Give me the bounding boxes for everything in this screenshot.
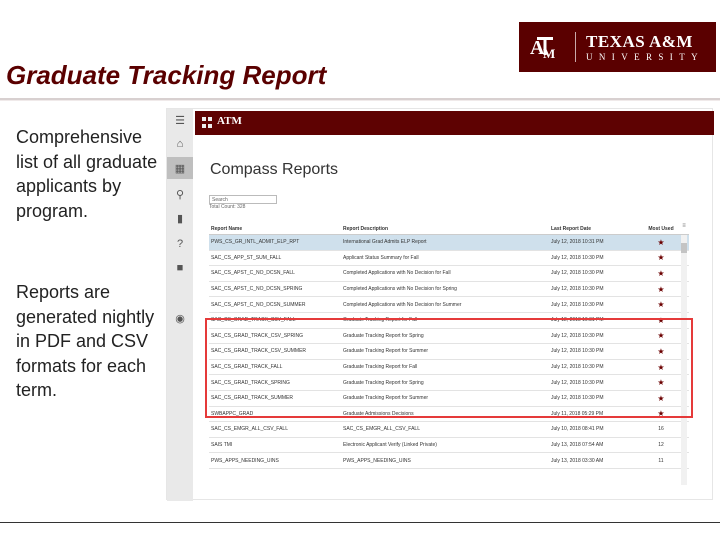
app-topbar: ATM: [195, 111, 714, 135]
report-description-cell: Electronic Applicant Verify (Linked Priv…: [343, 442, 437, 449]
user-icon[interactable]: ◉: [167, 307, 193, 329]
highlight-box: [205, 318, 693, 418]
star-icon[interactable]: ★: [641, 238, 681, 247]
bullet-text-1: Comprehensive list of all graduate appli…: [16, 127, 158, 221]
star-icon[interactable]: ★: [641, 300, 681, 309]
last-report-date-cell: July 12, 2018 10:30 PM: [551, 270, 604, 277]
report-description-cell: SAC_CS_EMGR_ALL_CSV_FALL: [343, 426, 420, 433]
help-icon[interactable]: ?: [167, 233, 193, 255]
table-row[interactable]: SAC_CS_EMGR_ALL_CSV_FALL SAC_CS_EMGR_ALL_…: [209, 422, 689, 438]
report-description-cell: Completed Applications with No Decision …: [343, 301, 462, 308]
report-name-cell: SAC_CS_APP_ST_SUM_FALL: [211, 254, 282, 261]
report-name-cell: SAIS TMI: [211, 442, 233, 449]
title-divider-shadow: [0, 100, 720, 101]
report-description-cell: Completed Applications with No Decision …: [343, 270, 451, 277]
bullet-text-2: Reports are generated nightly in PDF and…: [16, 282, 155, 400]
last-report-date-cell: July 13, 2018 03:30 AM: [551, 457, 604, 464]
home-icon[interactable]: ⌂: [167, 133, 193, 155]
tamu-logo: A M TEXAS A&M UNIVERSITY: [519, 22, 716, 72]
report-name-cell: SAC_CS_APST_C_NO_DCSN_SUMMER: [211, 301, 306, 308]
page-title: Compass Reports: [210, 161, 339, 178]
most-used-count: 11: [658, 457, 664, 464]
logo-text: TEXAS A&M UNIVERSITY: [586, 33, 704, 62]
last-report-date-cell: July 10, 2018 08:41 PM: [551, 426, 604, 433]
table-row[interactable]: PWS_APPS_NEEDING_UINS PWS_APPS_NEEDING_UI…: [209, 453, 689, 469]
report-name-cell: PWS_CS_GR_INTL_ADMIT_ELP_RPT: [211, 239, 300, 246]
last-report-date-cell: July 12, 2018 10:31 PM: [551, 239, 604, 246]
report-name-cell: SAC_CS_APST_C_NO_DCSN_FALL: [211, 270, 295, 277]
report-description-cell: Applicant Status Summary for Fall: [343, 254, 419, 261]
menu-icon[interactable]: ☰: [167, 109, 193, 131]
last-report-date-cell: July 12, 2018 10:30 PM: [551, 301, 604, 308]
table-row[interactable]: SAC_CS_APST_C_NO_DCSN_FALL Completed Appl…: [209, 266, 689, 282]
grid-icon[interactable]: ▦: [167, 157, 193, 179]
star-icon[interactable]: ★: [641, 285, 681, 294]
last-report-date-cell: July 12, 2018 10:30 PM: [551, 254, 604, 261]
table-row[interactable]: SAC_CS_APP_ST_SUM_FALL Applicant Status S…: [209, 251, 689, 267]
logo-line2: UNIVERSITY: [586, 51, 704, 62]
compass-screenshot: ☰ ⌂ ▦ ⚲ ▮ ? ■ ◉ ATM Compass Reports Sear…: [166, 108, 714, 501]
table-row[interactable]: PWS_CS_GR_INTL_ADMIT_ELP_RPT Internationa…: [209, 235, 689, 251]
search-icon[interactable]: ⚲: [167, 183, 193, 205]
report-description-cell: International Grad Admits ELP Report: [343, 239, 427, 246]
scroll-up-icon[interactable]: ≡: [681, 223, 687, 233]
last-report-date-cell: July 12, 2018 10:30 PM: [551, 286, 604, 293]
star-icon[interactable]: ★: [641, 269, 681, 278]
folder-icon[interactable]: ▮: [167, 207, 193, 229]
table-row[interactable]: SAC_CS_APST_C_NO_DCSN_SUMMER Completed Ap…: [209, 297, 689, 313]
app-sidebar: ☰ ⌂ ▦ ⚲ ▮ ? ■ ◉: [167, 109, 193, 501]
footer-divider: [0, 522, 720, 523]
total-count: Total Count: 328: [209, 204, 246, 210]
lock-icon[interactable]: ■: [167, 257, 193, 279]
report-description-cell: PWS_APPS_NEEDING_UINS: [343, 457, 411, 464]
header-last-report-date[interactable]: Last Report Date: [551, 226, 641, 232]
last-report-date-cell: July 13, 2018 07:54 AM: [551, 442, 604, 449]
most-used-count: 12: [658, 442, 664, 449]
header-most-used[interactable]: Most Used: [641, 226, 681, 232]
apps-grid-icon[interactable]: [202, 117, 213, 128]
search-input[interactable]: Search: [209, 195, 277, 204]
report-description-cell: Completed Applications with No Decision …: [343, 286, 457, 293]
report-name-cell: SAC_CS_APST_C_NO_DCSN_SPRING: [211, 286, 303, 293]
atm-small-logo-icon: ATM: [217, 115, 242, 127]
header-report-name[interactable]: Report Name: [209, 226, 343, 232]
logo-line1: TEXAS A&M: [586, 31, 693, 51]
report-name-cell: SAC_CS_EMGR_ALL_CSV_FALL: [211, 426, 288, 433]
table-row[interactable]: SAIS TMI Electronic Applicant Verify (Lin…: [209, 438, 689, 454]
most-used-count: 16: [658, 426, 664, 433]
table-row[interactable]: SAC_CS_APST_C_NO_DCSN_SPRING Completed Ap…: [209, 282, 689, 298]
header-report-description[interactable]: Report Description: [343, 226, 551, 232]
atm-logo-icon: A M: [529, 32, 563, 62]
star-icon[interactable]: ★: [641, 253, 681, 262]
slide-title: Graduate Tracking Report: [6, 60, 327, 90]
scroll-thumb[interactable]: [681, 243, 687, 253]
logo-separator: [575, 32, 576, 62]
report-name-cell: PWS_APPS_NEEDING_UINS: [211, 457, 279, 464]
table-header: Report Name Report Description Last Repo…: [209, 223, 689, 235]
